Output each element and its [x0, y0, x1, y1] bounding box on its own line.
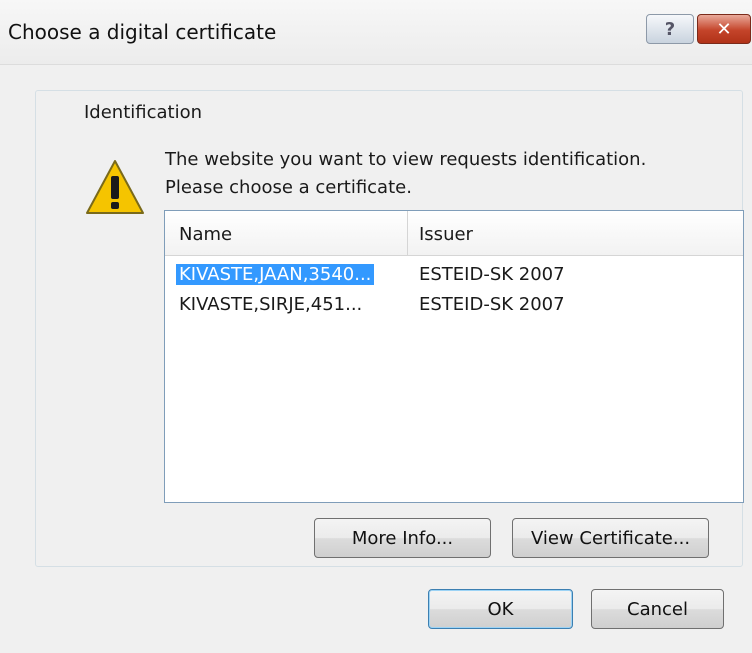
dialog-body: Identification The website you want to v… [0, 65, 752, 653]
column-header-name[interactable]: Name [179, 224, 232, 245]
identification-group: Identification The website you want to v… [35, 90, 744, 567]
identification-message: The website you want to view requests id… [165, 146, 725, 202]
message-line-1: The website you want to view requests id… [165, 149, 647, 170]
certificate-row[interactable]: KIVASTE,JAAN,3540... ESTEID-SK 2007 [165, 260, 743, 290]
certificate-issuer: ESTEID-SK 2007 [419, 294, 565, 315]
title-bar: Choose a digital certificate ? ✕ [0, 0, 752, 65]
close-icon: ✕ [716, 18, 732, 40]
group-label: Identification [78, 102, 209, 123]
certificate-list[interactable]: Name Issuer KIVASTE,JAAN,3540... ESTEID-… [164, 210, 744, 503]
help-button[interactable]: ? [646, 14, 694, 44]
list-header: Name Issuer [165, 211, 743, 256]
certificate-name: KIVASTE,JAAN,3540... [176, 264, 375, 285]
certificate-issuer: ESTEID-SK 2007 [419, 264, 565, 285]
certificate-name: KIVASTE,SIRJE,451... [179, 294, 363, 315]
view-certificate-button[interactable]: View Certificate... [512, 518, 709, 558]
certificate-row[interactable]: KIVASTE,SIRJE,451... ESTEID-SK 2007 [165, 290, 743, 320]
cancel-button[interactable]: Cancel [591, 589, 724, 629]
more-info-button[interactable]: More Info... [314, 518, 491, 558]
message-line-2: Please choose a certificate. [165, 177, 412, 198]
warning-icon [86, 160, 144, 214]
window-title: Choose a digital certificate [8, 20, 277, 44]
help-icon: ? [664, 18, 676, 40]
close-button[interactable]: ✕ [697, 14, 751, 44]
column-header-issuer[interactable]: Issuer [419, 224, 473, 245]
column-divider[interactable] [407, 211, 408, 255]
ok-button[interactable]: OK [428, 589, 573, 629]
